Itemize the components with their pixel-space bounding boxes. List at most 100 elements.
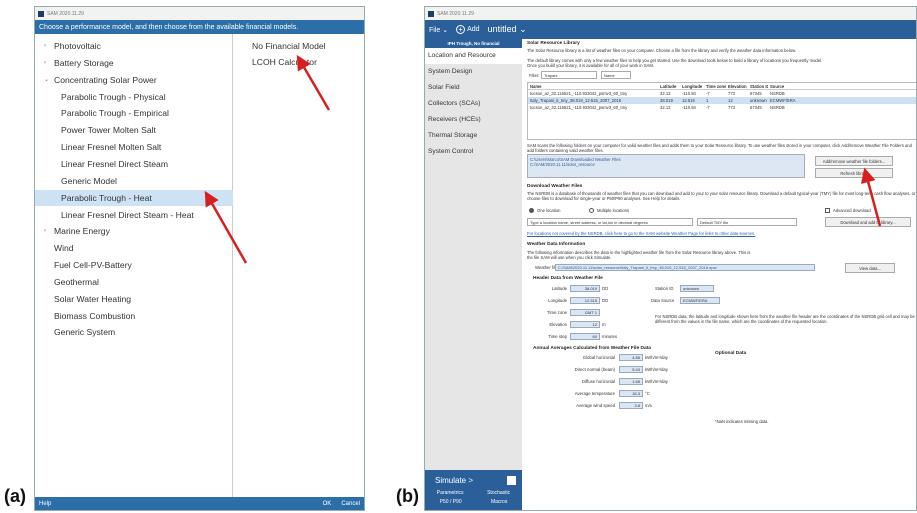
filter-input[interactable]: Trapani <box>541 71 597 79</box>
stochastic-link[interactable]: Stochastic <box>487 490 510 496</box>
model-item[interactable]: Geothermal <box>54 274 99 290</box>
other-sources-link[interactable]: For locations not covered by the NSRDB, … <box>527 231 755 236</box>
chevron-icon: ⌄ <box>44 76 50 83</box>
model-item[interactable]: Fuel Cell-PV-Battery <box>54 257 132 273</box>
model-item[interactable]: › Photovoltaic <box>44 38 101 54</box>
sidebar: IPH Trough, No financial Location and Re… <box>425 39 522 510</box>
model-item[interactable]: Power Tower Molten Salt <box>61 122 156 138</box>
model-item[interactable]: Parabolic Trough - Heat <box>35 189 233 206</box>
model-item[interactable]: › Battery Storage <box>44 55 114 71</box>
table-cell: 67345 <box>750 91 762 96</box>
p50-p90-link[interactable]: P50 / P90 <box>440 499 462 505</box>
filter-field-select[interactable]: Name <box>601 71 631 79</box>
add-case-button[interactable]: + Add <box>456 25 480 34</box>
table-header: Name Latitude Longitude Time zone Elevation S… <box>528 83 916 90</box>
model-item[interactable]: Wind <box>54 240 74 256</box>
download-add-button[interactable]: Download and add to library... <box>825 217 911 227</box>
model-item[interactable]: Generic System <box>54 324 115 340</box>
data-source-value: ECMWF/ERA <box>680 297 720 304</box>
nan-note: *NaN indicates missing data. <box>715 419 769 424</box>
nav-item[interactable]: System Control <box>425 144 522 160</box>
average-value: 1.68 <box>619 378 643 385</box>
nav-item[interactable]: Collectors (SCAs) <box>425 96 522 112</box>
table-row[interactable]: tucson_az_32.116521_-110.933042_psmv3_60… <box>528 90 916 97</box>
model-label: Fuel Cell-PV-Battery <box>54 260 132 271</box>
parametrics-link[interactable]: Parametrics <box>437 490 464 496</box>
sam-app-icon <box>38 10 44 17</box>
cancel-button[interactable]: Cancel <box>341 501 360 507</box>
column-header[interactable]: Longitude <box>680 84 704 89</box>
model-label: Marine Energy <box>54 226 110 237</box>
model-label: Photovoltaic <box>54 41 101 51</box>
column-header[interactable]: Elevation <box>726 84 748 89</box>
model-item[interactable]: Parabolic Trough - Physical <box>61 89 166 105</box>
view-data-button[interactable]: View data... <box>845 263 895 273</box>
panel-label-b: (b) <box>396 486 419 506</box>
location-search-input[interactable]: Type a location name, street address, or… <box>527 218 693 226</box>
model-label: Parabolic Trough - Physical <box>61 91 166 102</box>
radio-label: Multiple locations <box>597 208 630 213</box>
model-item[interactable]: Linear Fresnel Direct Steam - Heat <box>61 207 194 223</box>
data-source-label: Data Source <box>651 298 675 303</box>
tmy-file-select[interactable]: Default TMY file <box>697 218 797 226</box>
model-item[interactable]: Generic Model <box>61 173 117 189</box>
folder-list[interactable]: C:\Users\Marco\SAM Downloaded Weather Fi… <box>527 154 805 178</box>
ok-button[interactable]: OK <box>323 501 332 507</box>
column-header[interactable]: Name <box>528 84 658 89</box>
nsrdb-note: For NSRDB data, the latitude and longitu… <box>655 314 915 324</box>
nav-item[interactable]: Solar Field <box>425 80 522 96</box>
field-value: 12.515 <box>570 297 600 304</box>
one-location-radio[interactable]: One location <box>529 208 561 213</box>
model-item[interactable]: Parabolic Trough - Empirical <box>61 105 169 121</box>
column-header[interactable]: Source <box>768 84 808 89</box>
nav-item[interactable]: Thermal Storage <box>425 128 522 144</box>
average-value: 3.8 <box>619 402 643 409</box>
weather-file-label: Weather file <box>535 265 558 270</box>
nav-item[interactable]: System Design <box>425 64 522 80</box>
refresh-library-button[interactable]: Refresh library <box>815 168 893 178</box>
average-unit: m/s <box>645 403 652 408</box>
help-link[interactable]: Help <box>39 501 51 507</box>
model-item[interactable]: Solar Water Heating <box>54 291 131 307</box>
field-label: Longitude <box>548 298 567 303</box>
file-menu[interactable]: File ⌄ <box>429 26 448 34</box>
column-header[interactable]: Station ID <box>748 84 768 89</box>
multiple-locations-radio[interactable]: Multiple locations <box>589 208 629 213</box>
financial-model-list: No Financial Model LCOH Calculator <box>234 34 364 498</box>
financial-item-none[interactable]: No Financial Model <box>252 38 326 54</box>
field-unit: DD <box>602 286 609 291</box>
financial-item-lcoh[interactable]: LCOH Calculator <box>252 54 317 70</box>
model-item[interactable]: ⌄ Concentrating Solar Power <box>44 72 157 88</box>
model-item[interactable]: › Marine Energy <box>44 223 110 239</box>
field-unit: DD <box>602 298 609 303</box>
model-label: Linear Fresnel Direct Steam - Heat <box>61 209 194 220</box>
column-header[interactable]: Latitude <box>658 84 680 89</box>
average-unit: kWh/m²/day <box>645 379 668 384</box>
field-unit: minutes <box>602 334 618 339</box>
chevron-icon: › <box>44 228 46 235</box>
sam-app-icon <box>428 10 434 17</box>
column-header[interactable]: Time zone <box>704 84 726 89</box>
model-label: Geothermal <box>54 276 99 287</box>
average-label: Global horizontal <box>582 355 615 360</box>
add-remove-folders-button[interactable]: Add/remove weather file folders... <box>815 156 893 166</box>
nav-item[interactable]: Location and Resource <box>425 48 522 64</box>
nav-item[interactable]: Receivers (HCEs) <box>425 112 522 128</box>
case-type-header: IPH Trough, No financial <box>425 39 522 48</box>
field-unit: m <box>602 322 606 327</box>
model-item[interactable]: Biomass Combustion <box>54 308 135 324</box>
advanced-download-checkbox[interactable]: Advanced download <box>825 208 871 213</box>
scan-desc: SAM scans the following folders on your … <box>527 143 912 153</box>
model-item[interactable]: Linear Fresnel Molten Salt <box>61 139 161 155</box>
table-row[interactable]: Italy_Trapani_it_tmy_38.019_12.515_2007_… <box>528 97 916 104</box>
macros-link[interactable]: Macros <box>491 499 507 505</box>
download-desc: The NSRDB is a database of thousands of … <box>527 191 916 201</box>
table-row[interactable]: tucson_az_32.116521_-110.933042_psmv3_60… <box>528 104 916 111</box>
instruction-bar: Choose a performance model, and then cho… <box>35 20 364 34</box>
annual-averages-title: Annual Averages Calculated from Weather … <box>533 346 651 351</box>
model-item[interactable]: Linear Fresnel Direct Steam <box>61 156 168 172</box>
chart-icon[interactable] <box>507 476 516 485</box>
station-id-value: unknown <box>680 285 714 292</box>
case-tab[interactable]: untitled ⌄ <box>487 24 527 35</box>
simulate-button[interactable]: Simulate > <box>435 476 473 485</box>
